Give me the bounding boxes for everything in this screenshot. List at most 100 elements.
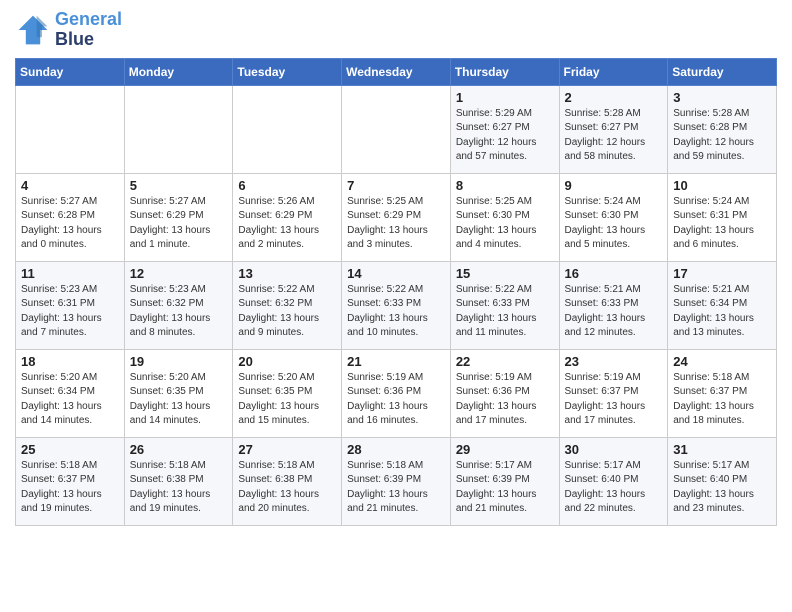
day-number: 13 — [238, 266, 336, 281]
day-number: 2 — [565, 90, 663, 105]
day-number: 10 — [673, 178, 771, 193]
calendar-cell — [342, 85, 451, 173]
logo: General Blue — [15, 10, 122, 50]
day-number: 6 — [238, 178, 336, 193]
day-info: Sunrise: 5:23 AM Sunset: 6:32 PM Dayligh… — [130, 283, 228, 341]
day-info: Sunrise: 5:17 AM Sunset: 6:40 PM Dayligh… — [565, 459, 663, 517]
day-number: 14 — [347, 266, 445, 281]
calendar-cell: 28 Sunrise: 5:18 AM Sunset: 6:39 PM Dayli… — [342, 437, 451, 525]
week-row-1: 1 Sunrise: 5:29 AM Sunset: 6:27 PM Daylig… — [16, 85, 777, 173]
week-row-3: 11 Sunrise: 5:23 AM Sunset: 6:31 PM Dayli… — [16, 261, 777, 349]
day-info: Sunrise: 5:17 AM Sunset: 6:39 PM Dayligh… — [456, 459, 554, 517]
day-number: 11 — [21, 266, 119, 281]
calendar-cell: 15 Sunrise: 5:22 AM Sunset: 6:33 PM Dayli… — [450, 261, 559, 349]
day-info: Sunrise: 5:19 AM Sunset: 6:36 PM Dayligh… — [347, 371, 445, 429]
day-info: Sunrise: 5:24 AM Sunset: 6:31 PM Dayligh… — [673, 195, 771, 253]
day-number: 31 — [673, 442, 771, 457]
calendar-cell: 20 Sunrise: 5:20 AM Sunset: 6:35 PM Dayli… — [233, 349, 342, 437]
calendar-cell: 27Sunrise: 5:18 AM Sunset: 6:38 PM Dayli… — [233, 437, 342, 525]
calendar-cell: 30Sunrise: 5:17 AM Sunset: 6:40 PM Dayli… — [559, 437, 668, 525]
day-info: Sunrise: 5:28 AM Sunset: 6:27 PM Dayligh… — [565, 107, 663, 165]
day-info: Sunrise: 5:22 AM Sunset: 6:33 PM Dayligh… — [456, 283, 554, 341]
day-info: Sunrise: 5:19 AM Sunset: 6:37 PM Dayligh… — [565, 371, 663, 429]
day-info: Sunrise: 5:29 AM Sunset: 6:27 PM Dayligh… — [456, 107, 554, 165]
weekday-header-monday: Monday — [124, 58, 233, 85]
day-info: Sunrise: 5:20 AM Sunset: 6:35 PM Dayligh… — [238, 371, 336, 429]
weekday-header-friday: Friday — [559, 58, 668, 85]
logo-icon — [15, 12, 51, 48]
day-number: 8 — [456, 178, 554, 193]
weekday-header-wednesday: Wednesday — [342, 58, 451, 85]
calendar-cell: 16 Sunrise: 5:21 AM Sunset: 6:33 PM Dayli… — [559, 261, 668, 349]
calendar-cell: 8 Sunrise: 5:25 AM Sunset: 6:30 PM Daylig… — [450, 173, 559, 261]
calendar-cell: 25 Sunrise: 5:18 AM Sunset: 6:37 PM Dayli… — [16, 437, 125, 525]
day-number: 24 — [673, 354, 771, 369]
day-info: Sunrise: 5:21 AM Sunset: 6:34 PM Dayligh… — [673, 283, 771, 341]
weekday-header-sunday: Sunday — [16, 58, 125, 85]
calendar-cell: 17 Sunrise: 5:21 AM Sunset: 6:34 PM Dayli… — [668, 261, 777, 349]
day-info: Sunrise: 5:18 AM Sunset: 6:38 PM Dayligh… — [130, 459, 228, 517]
day-info: Sunrise: 5:25 AM Sunset: 6:30 PM Dayligh… — [456, 195, 554, 253]
day-info: Sunrise: 5:20 AM Sunset: 6:35 PM Dayligh… — [130, 371, 228, 429]
day-number: 26 — [130, 442, 228, 457]
weekday-header-tuesday: Tuesday — [233, 58, 342, 85]
day-info: Sunrise: 5:24 AM Sunset: 6:30 PM Dayligh… — [565, 195, 663, 253]
week-row-2: 4Sunrise: 5:27 AM Sunset: 6:28 PM Daylig… — [16, 173, 777, 261]
logo-text: General Blue — [55, 10, 122, 50]
day-info: Sunrise: 5:23 AM Sunset: 6:31 PM Dayligh… — [21, 283, 119, 341]
day-number: 15 — [456, 266, 554, 281]
day-number: 9 — [565, 178, 663, 193]
calendar-cell: 31 Sunrise: 5:17 AM Sunset: 6:40 PM Dayli… — [668, 437, 777, 525]
day-number: 17 — [673, 266, 771, 281]
calendar-cell: 13Sunrise: 5:22 AM Sunset: 6:32 PM Dayli… — [233, 261, 342, 349]
day-number: 20 — [238, 354, 336, 369]
calendar-cell: 24 Sunrise: 5:18 AM Sunset: 6:37 PM Dayli… — [668, 349, 777, 437]
week-row-5: 25 Sunrise: 5:18 AM Sunset: 6:37 PM Dayli… — [16, 437, 777, 525]
day-info: Sunrise: 5:18 AM Sunset: 6:39 PM Dayligh… — [347, 459, 445, 517]
day-info: Sunrise: 5:18 AM Sunset: 6:38 PM Dayligh… — [238, 459, 336, 517]
day-number: 3 — [673, 90, 771, 105]
day-number: 1 — [456, 90, 554, 105]
day-info: Sunrise: 5:25 AM Sunset: 6:29 PM Dayligh… — [347, 195, 445, 253]
calendar-cell: 11 Sunrise: 5:23 AM Sunset: 6:31 PM Dayli… — [16, 261, 125, 349]
day-info: Sunrise: 5:26 AM Sunset: 6:29 PM Dayligh… — [238, 195, 336, 253]
calendar-cell: 1 Sunrise: 5:29 AM Sunset: 6:27 PM Daylig… — [450, 85, 559, 173]
calendar-cell: 14 Sunrise: 5:22 AM Sunset: 6:33 PM Dayli… — [342, 261, 451, 349]
weekday-header-thursday: Thursday — [450, 58, 559, 85]
calendar-cell: 26 Sunrise: 5:18 AM Sunset: 6:38 PM Dayli… — [124, 437, 233, 525]
calendar-cell — [233, 85, 342, 173]
calendar-cell: 18Sunrise: 5:20 AM Sunset: 6:34 PM Dayli… — [16, 349, 125, 437]
calendar-cell — [124, 85, 233, 173]
day-number: 7 — [347, 178, 445, 193]
day-info: Sunrise: 5:22 AM Sunset: 6:33 PM Dayligh… — [347, 283, 445, 341]
day-number: 29 — [456, 442, 554, 457]
day-info: Sunrise: 5:17 AM Sunset: 6:40 PM Dayligh… — [673, 459, 771, 517]
day-number: 12 — [130, 266, 228, 281]
day-number: 5 — [130, 178, 228, 193]
page-header: General Blue — [15, 10, 777, 50]
day-number: 18 — [21, 354, 119, 369]
day-info: Sunrise: 5:18 AM Sunset: 6:37 PM Dayligh… — [673, 371, 771, 429]
weekday-header-saturday: Saturday — [668, 58, 777, 85]
calendar-cell: 22 Sunrise: 5:19 AM Sunset: 6:36 PM Dayli… — [450, 349, 559, 437]
calendar-cell: 10 Sunrise: 5:24 AM Sunset: 6:31 PM Dayli… — [668, 173, 777, 261]
day-info: Sunrise: 5:18 AM Sunset: 6:37 PM Dayligh… — [21, 459, 119, 517]
week-row-4: 18Sunrise: 5:20 AM Sunset: 6:34 PM Dayli… — [16, 349, 777, 437]
day-number: 22 — [456, 354, 554, 369]
calendar-cell: 3Sunrise: 5:28 AM Sunset: 6:28 PM Daylig… — [668, 85, 777, 173]
day-info: Sunrise: 5:21 AM Sunset: 6:33 PM Dayligh… — [565, 283, 663, 341]
calendar-cell: 19Sunrise: 5:20 AM Sunset: 6:35 PM Dayli… — [124, 349, 233, 437]
day-info: Sunrise: 5:27 AM Sunset: 6:29 PM Dayligh… — [130, 195, 228, 253]
day-number: 28 — [347, 442, 445, 457]
calendar-cell: 23Sunrise: 5:19 AM Sunset: 6:37 PM Dayli… — [559, 349, 668, 437]
calendar-cell: 29 Sunrise: 5:17 AM Sunset: 6:39 PM Dayli… — [450, 437, 559, 525]
calendar-cell: 2 Sunrise: 5:28 AM Sunset: 6:27 PM Daylig… — [559, 85, 668, 173]
day-number: 25 — [21, 442, 119, 457]
day-info: Sunrise: 5:19 AM Sunset: 6:36 PM Dayligh… — [456, 371, 554, 429]
calendar-cell: 4Sunrise: 5:27 AM Sunset: 6:28 PM Daylig… — [16, 173, 125, 261]
calendar-cell: 6 Sunrise: 5:26 AM Sunset: 6:29 PM Daylig… — [233, 173, 342, 261]
day-info: Sunrise: 5:27 AM Sunset: 6:28 PM Dayligh… — [21, 195, 119, 253]
day-number: 16 — [565, 266, 663, 281]
calendar-cell: 7 Sunrise: 5:25 AM Sunset: 6:29 PM Daylig… — [342, 173, 451, 261]
calendar-cell: 9 Sunrise: 5:24 AM Sunset: 6:30 PM Daylig… — [559, 173, 668, 261]
